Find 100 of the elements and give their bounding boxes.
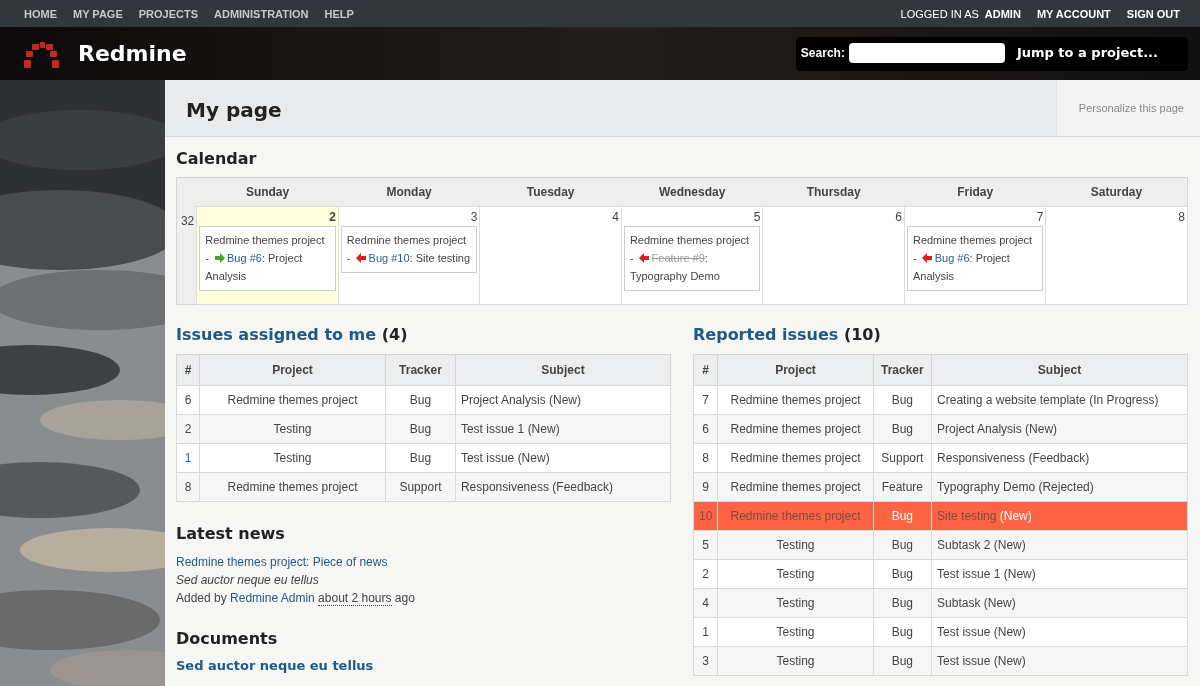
section-heading: Latest news [176,523,286,543]
table-cell: 8 [693,443,718,472]
section-heading-link[interactable]: Issues assigned to me [176,324,377,344]
table-cell: Site testing (New) [931,501,1188,530]
column-header: Subject [931,354,1188,385]
project-jump[interactable]: Jump to a project... [1016,45,1158,60]
table-cell: Redmine themes project [199,472,386,501]
section-heading-link[interactable]: Reported issues [693,324,839,344]
table-cell: Test issue 1 (New) [931,559,1188,588]
column-header: # [176,354,200,385]
issue-count: (10) [843,324,881,344]
table-cell: Testing [717,646,874,675]
page-title: My page [186,98,282,124]
event-text: Redmine themes project - Feature #9: Typography Demo [629,233,751,284]
day-number: 8 [1178,210,1185,224]
table-cell: Bug [873,501,932,530]
menu-link[interactable]: HELP [324,7,354,20]
table-cell: Redmine themes project [199,385,386,414]
table-cell: 6 [693,414,718,443]
table-cell: 1 [176,443,200,472]
table-cell: Test issue (New) [455,443,671,472]
table-cell: Bug [873,617,932,646]
table-cell: 10 [693,501,718,530]
table-cell: Support [873,443,932,472]
logged-in-label: LOGGED IN AS [900,7,979,20]
section-heading: Calendar [176,149,258,168]
author-link[interactable]: Redmine Admin [230,590,315,605]
table-cell: Subtask 2 (New) [931,530,1188,559]
event-text: Redmine themes project - Bug #6: Project Analysis [912,233,1034,284]
table-cell: 4 [693,588,718,617]
table-cell: Test issue (New) [931,617,1188,646]
table-cell: Testing [717,559,874,588]
table-cell: Testing [717,617,874,646]
menu-link[interactable]: ADMINISTRATION [214,7,309,20]
menu-link[interactable]: MY PAGE [73,7,123,20]
table-cell: Bug [385,385,456,414]
table-cell: 3 [693,646,718,675]
day-header: Thursday [762,177,905,207]
column-header: Tracker [873,354,932,385]
left-arrow-icon [921,253,933,263]
user-link[interactable]: ADMIN [984,7,1021,20]
left-arrow-icon [638,253,650,263]
day-header: Friday [904,177,1046,207]
table-cell: Redmine themes project [717,443,874,472]
event-text: Redmine themes project - Bug #10: Site testing [346,233,472,266]
table-cell: Testing [199,414,386,443]
column-header: Tracker [385,354,456,385]
table-cell: Responsiveness (Feedback) [455,472,671,501]
right-arrow-icon [214,253,225,263]
column-header: Project [717,354,874,385]
table-cell: Bug [385,414,456,443]
account-link[interactable]: MY ACCOUNT [1036,7,1111,20]
search-field[interactable] [848,42,1005,63]
issue-link[interactable]: Bug #6 [227,252,262,264]
table-cell: Project Analysis (New) [455,385,671,414]
menu-link[interactable]: PROJECTS [138,7,198,20]
issue-link[interactable]: Bug #10 [368,252,410,264]
table-cell: Responsiveness (Feedback) [931,443,1188,472]
table-cell: Bug [873,530,932,559]
site-title[interactable]: Redmine [78,41,187,66]
table-cell: Redmine themes project [717,501,874,530]
news-link[interactable]: Redmine themes project: Piece of news [176,552,671,571]
column-header: Project [199,354,386,385]
time-link[interactable]: about 2 hours [318,590,392,606]
day-number: 2 [329,210,336,224]
table-cell: Test issue 1 (New) [455,414,671,443]
table-cell: 6 [176,385,200,414]
table-cell: Bug [873,414,932,443]
table-cell: Project Analysis (New) [931,414,1188,443]
left-arrow-icon [355,253,367,263]
table-cell: Bug [873,646,932,675]
table-cell: Typography Demo (Rejected) [931,472,1188,501]
day-number: 5 [753,210,761,224]
week-number: 32 [176,206,197,304]
event-text: Redmine themes project - Bug #6: Project Analysis [205,233,326,284]
column-header: # [693,354,718,385]
table-cell: Support [385,472,456,501]
day-number: 6 [895,210,902,224]
table-cell: 2 [693,559,718,588]
table-cell: 7 [693,385,718,414]
day-header: Tuesday [479,177,622,207]
day-header: Monday [338,177,480,207]
day-number: 7 [1036,210,1044,224]
table-cell: Redmine themes project [717,385,874,414]
section-heading: Documents [176,628,279,648]
document-link[interactable]: Sed auctor neque eu tellus [176,657,374,673]
table-cell: 5 [693,530,718,559]
logo-icon [22,39,62,68]
column-header: Subject [455,354,671,385]
table-cell: Testing [199,443,386,472]
table-cell: Bug [873,559,932,588]
table-cell: Testing [717,588,874,617]
table-cell: 8 [176,472,200,501]
issue-link[interactable]: Bug #6 [934,252,970,264]
news-summary: Sed auctor neque eu tellus [176,571,320,589]
table-cell: Creating a website template (In Progress) [931,385,1188,414]
menu-link[interactable]: HOME [24,7,57,20]
account-link[interactable]: SIGN OUT [1126,7,1180,20]
day-number: 3 [470,210,478,224]
news-byline: Added by Redmine Admin about 2 hours ago [176,589,416,607]
